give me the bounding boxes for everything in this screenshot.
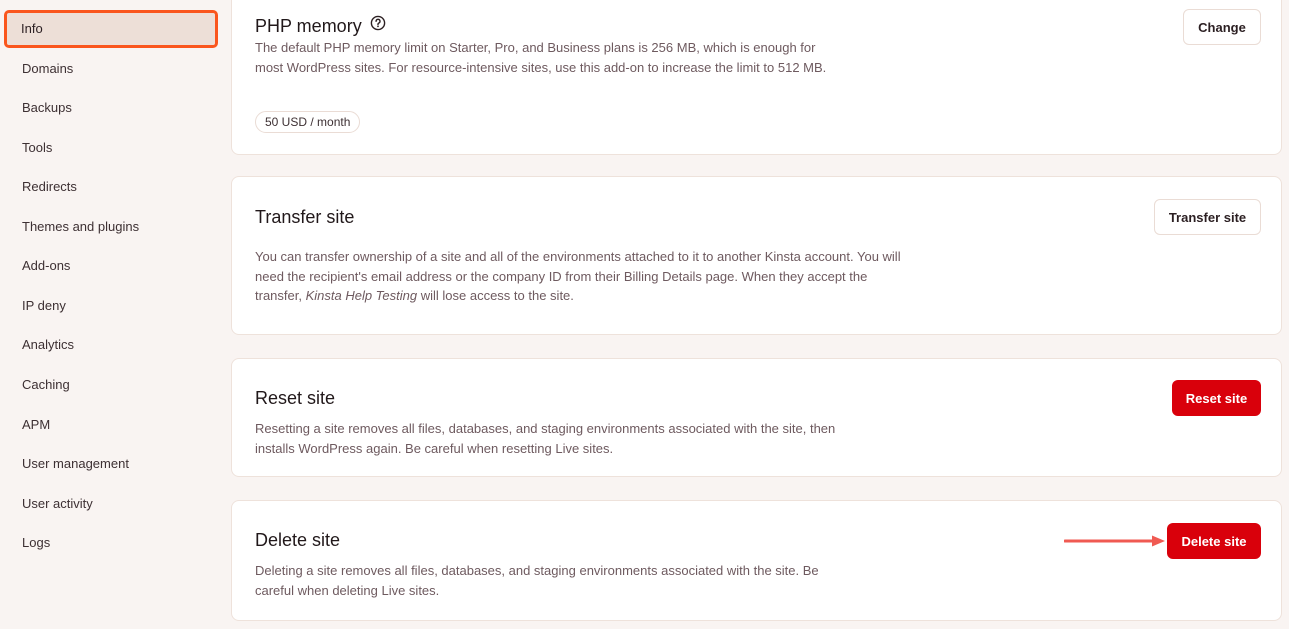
sidebar-item-themes-and-plugins[interactable]: Themes and plugins (8, 212, 214, 242)
delete-site-description: Deleting a site removes all files, datab… (255, 563, 819, 598)
sidebar-item-redirects[interactable]: Redirects (8, 172, 214, 202)
delete-site-title: Delete site (255, 530, 341, 550)
price-badge: 50 USD / month (255, 111, 361, 133)
php-memory-title: PHP memory (255, 15, 386, 37)
question-circle-icon[interactable] (370, 15, 386, 36)
sidebar-item-add-ons[interactable]: Add-ons (8, 251, 214, 281)
transfer-site-title: Transfer site (255, 207, 355, 227)
change-button[interactable]: Change (1183, 9, 1261, 45)
sidebar-item-tools[interactable]: Tools (8, 133, 214, 163)
sidebar-item-user-management[interactable]: User management (8, 449, 214, 479)
delete-site-card: Delete site Deleting a site removes all … (231, 500, 1282, 621)
sidebar-item-caching[interactable]: Caching (8, 370, 214, 400)
transfer-site-description: You can transfer ownership of a site and… (255, 247, 915, 306)
sidebar-item-user-activity[interactable]: User activity (8, 489, 214, 519)
company-name: Kinsta Help Testing (305, 288, 418, 303)
sidebar-item-info[interactable]: Info (4, 10, 218, 48)
delete-site-button[interactable]: Delete site (1167, 523, 1261, 559)
transfer-site-button[interactable]: Transfer site (1154, 199, 1261, 235)
reset-site-title: Reset site (255, 388, 336, 408)
reset-site-card: Reset site Resetting a site removes all … (231, 358, 1282, 477)
transfer-description-end: will lose access to the site. (417, 288, 574, 303)
annotation-arrow-icon (1064, 535, 1165, 547)
reset-site-description: Resetting a site removes all files, data… (255, 421, 836, 456)
sidebar-item-domains[interactable]: Domains (8, 54, 214, 84)
sidebar-item-ip-deny[interactable]: IP deny (8, 291, 214, 321)
php-memory-description: The default PHP memory limit on Starter,… (255, 40, 827, 75)
sidebar-item-apm[interactable]: APM (8, 410, 214, 440)
sidebar-item-logs[interactable]: Logs (8, 528, 214, 558)
sidebar-item-analytics[interactable]: Analytics (8, 330, 214, 360)
transfer-site-card: Transfer site You can transfer ownership… (231, 176, 1282, 335)
sidebar-item-backups[interactable]: Backups (8, 93, 214, 123)
php-memory-card: PHP memory The default PHP memory limit … (231, 0, 1282, 155)
sidebar-nav: Info Domains Backups Tools Redirects The… (0, 0, 222, 629)
reset-site-button[interactable]: Reset site (1172, 380, 1261, 416)
php-memory-title-text: PHP memory (255, 16, 362, 36)
